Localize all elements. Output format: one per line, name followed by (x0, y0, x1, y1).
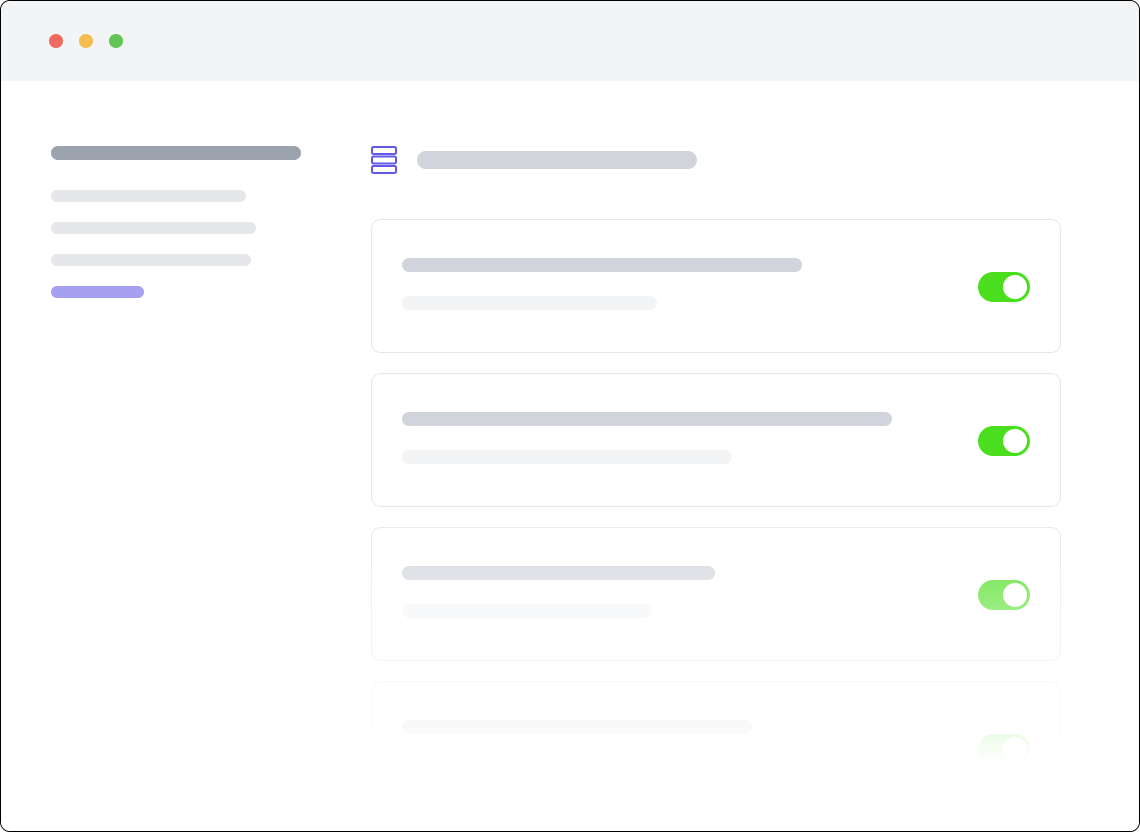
toggle-switch-3[interactable] (978, 734, 1030, 764)
toggle-knob (1003, 737, 1027, 761)
main-panel (371, 146, 1061, 831)
toggle-knob (1003, 275, 1027, 299)
server-stack-icon (371, 146, 397, 174)
page-title (417, 151, 697, 169)
sidebar (51, 146, 306, 831)
settings-card-3 (371, 681, 1061, 815)
card-subtitle (402, 450, 732, 464)
card-subtitle (402, 758, 652, 772)
sidebar-item-3[interactable] (51, 286, 144, 298)
card-title (402, 258, 802, 272)
card-subtitle (402, 296, 657, 310)
card-text (402, 566, 948, 618)
sidebar-heading (51, 146, 301, 160)
toggle-knob (1003, 429, 1027, 453)
sidebar-item-0[interactable] (51, 190, 246, 202)
settings-card-1 (371, 373, 1061, 507)
window-minimize-button[interactable] (79, 34, 93, 48)
window-close-button[interactable] (49, 34, 63, 48)
settings-card-0 (371, 219, 1061, 353)
settings-card-2 (371, 527, 1061, 661)
sidebar-item-2[interactable] (51, 254, 251, 266)
card-title (402, 412, 892, 426)
card-text (402, 258, 948, 310)
card-text (402, 720, 948, 772)
window-zoom-button[interactable] (109, 34, 123, 48)
toggle-switch-2[interactable] (978, 580, 1030, 610)
toggle-knob (1003, 583, 1027, 607)
card-title (402, 566, 715, 580)
card-subtitle (402, 604, 652, 618)
toggle-switch-0[interactable] (978, 272, 1030, 302)
toggle-switch-1[interactable] (978, 426, 1030, 456)
sidebar-item-1[interactable] (51, 222, 256, 234)
card-text (402, 412, 948, 464)
page-header (371, 146, 1061, 174)
content-area (1, 81, 1139, 831)
card-title (402, 720, 752, 734)
window-titlebar (1, 1, 1139, 81)
app-window (0, 0, 1140, 832)
